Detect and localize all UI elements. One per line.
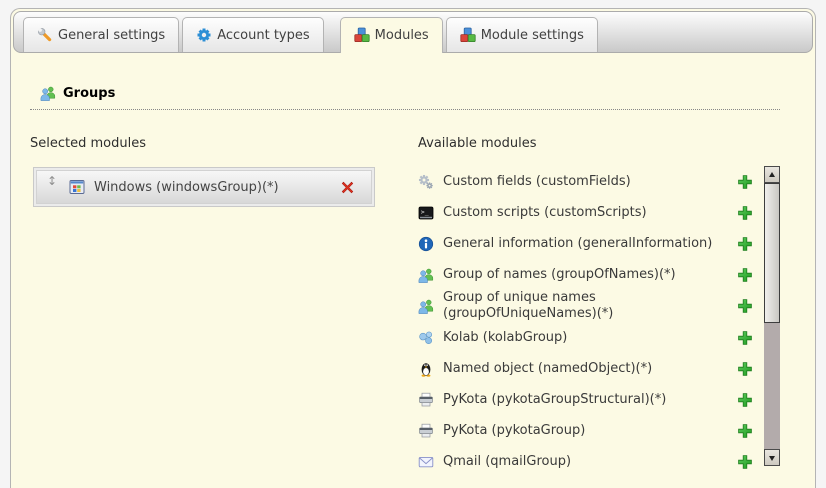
available-module-row: Group of unique names (groupOfUniqueName… (418, 290, 753, 322)
envelope-icon (418, 454, 434, 470)
selected-modules-box: ↕ Windows (windowsGroup)(*) (33, 167, 375, 207)
available-module-row: PyKota (pykotaGroup) (418, 415, 753, 446)
gear-icon (196, 27, 212, 43)
add-module-button[interactable] (737, 330, 753, 346)
tab-label: Modules (375, 28, 429, 43)
settings-panel: General settings Account types (10, 8, 816, 488)
printer-icon (418, 392, 434, 408)
module-label: Group of names (groupOfNames)(*) (443, 267, 676, 283)
penguin-icon (418, 361, 434, 377)
module-label: Custom fields (customFields) (443, 174, 631, 190)
wrench-icon (37, 27, 53, 43)
arrow-down-icon (769, 456, 775, 461)
svg-text:>_: >_ (421, 208, 429, 216)
plus-icon (737, 236, 753, 252)
section-header-groups: Groups (30, 85, 780, 110)
plus-icon (737, 267, 753, 283)
module-label: General information (generalInformation) (443, 236, 712, 252)
info-icon (418, 236, 434, 252)
group-icon (418, 267, 434, 283)
groups-icon (40, 85, 57, 102)
module-label: PyKota (pykotaGroup) (443, 423, 585, 439)
add-module-button[interactable] (737, 392, 753, 408)
add-module-button[interactable] (737, 361, 753, 377)
module-label: Qmail (qmailGroup) (443, 454, 571, 470)
module-label: PyKota (pykotaGroupStructural)(*) (443, 392, 666, 408)
section-title: Groups (63, 86, 115, 101)
add-module-button[interactable] (737, 174, 753, 190)
modules-cubes-icon (354, 27, 370, 43)
plus-icon (737, 330, 753, 346)
available-module-row: Qmail (qmailGroup) (418, 446, 753, 477)
plus-icon (737, 205, 753, 221)
gears-icon (418, 174, 434, 190)
plus-icon (737, 361, 753, 377)
module-label: Custom scripts (customScripts) (443, 205, 647, 221)
add-module-button[interactable] (737, 236, 753, 252)
kolab-icon (418, 330, 434, 346)
tab-modules[interactable]: Modules (340, 17, 443, 53)
plus-icon (737, 454, 753, 470)
scroll-down-button[interactable] (764, 449, 780, 466)
tab-bar: General settings Account types (13, 11, 813, 53)
tab-label: General settings (58, 28, 165, 43)
modules-cubes-icon (460, 27, 476, 43)
scroll-up-button[interactable] (764, 166, 780, 183)
scrollbar-thumb[interactable] (764, 183, 780, 323)
module-label: Windows (windowsGroup)(*) (94, 180, 279, 195)
tab-label: Account types (217, 28, 309, 43)
printer-icon (418, 423, 434, 439)
available-module-row: PyKota (pykotaGroupStructural)(*) (418, 384, 753, 415)
arrow-up-icon (769, 172, 775, 177)
modules-content: Groups Selected modules ↕ (11, 55, 815, 477)
module-label: Group of unique names (groupOfUniqueName… (443, 290, 719, 322)
group-icon (418, 298, 434, 314)
available-module-row: Kolab (kolabGroup) (418, 322, 753, 353)
red-x-icon (339, 179, 356, 196)
scrollbar[interactable] (764, 166, 780, 466)
selected-modules-heading: Selected modules (30, 136, 378, 151)
drag-handle-icon[interactable]: ↕ (47, 171, 57, 188)
module-label: Named object (namedObject)(*) (443, 361, 652, 377)
add-module-button[interactable] (737, 267, 753, 283)
tab-module-settings[interactable]: Module settings (446, 17, 598, 52)
add-module-button[interactable] (737, 298, 753, 314)
plus-icon (737, 298, 753, 314)
terminal-icon: >_ (418, 205, 434, 221)
module-label: Kolab (kolabGroup) (443, 330, 567, 346)
remove-module-button[interactable] (339, 179, 356, 196)
plus-icon (737, 392, 753, 408)
add-module-button[interactable] (737, 454, 753, 470)
selected-module-row: ↕ Windows (windowsGroup)(*) (36, 170, 372, 204)
tab-account-types[interactable]: Account types (182, 17, 323, 52)
available-module-row: Group of names (groupOfNames)(*) (418, 259, 753, 290)
tab-general-settings[interactable]: General settings (23, 17, 179, 52)
available-module-row: >_ Custom scripts (customScripts) (418, 197, 753, 228)
windows-icon (69, 179, 85, 195)
add-module-button[interactable] (737, 205, 753, 221)
available-module-row: General information (generalInformation) (418, 228, 753, 259)
available-module-row: Custom fields (customFields) (418, 166, 753, 197)
available-modules-heading: Available modules (418, 136, 780, 151)
available-modules-list: Custom fields (customFields) >_ (418, 166, 780, 477)
add-module-button[interactable] (737, 423, 753, 439)
plus-icon (737, 174, 753, 190)
plus-icon (737, 423, 753, 439)
tab-label: Module settings (481, 28, 584, 43)
available-module-row: Named object (namedObject)(*) (418, 353, 753, 384)
